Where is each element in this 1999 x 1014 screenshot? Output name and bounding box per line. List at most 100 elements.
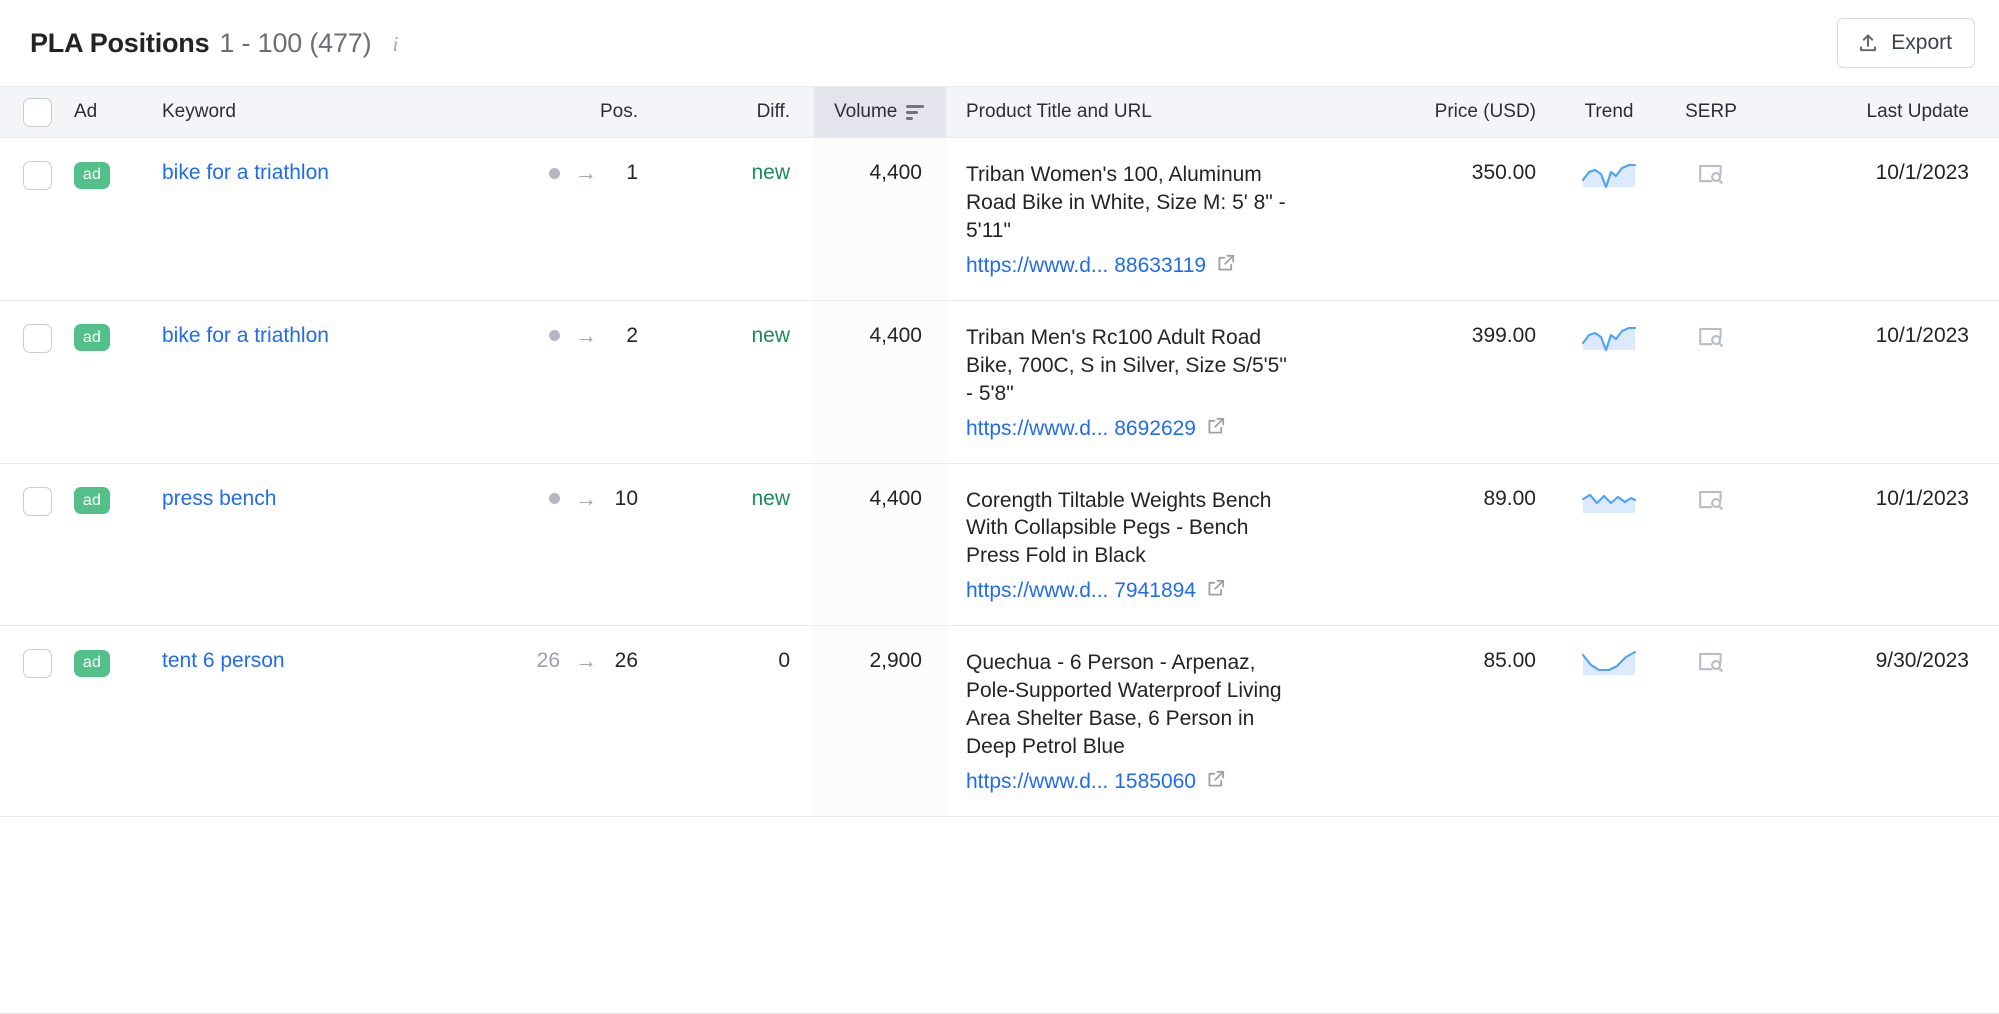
page-title: PLA Positions 1 - 100 (477) i xyxy=(30,28,405,59)
export-button[interactable]: Export xyxy=(1837,18,1975,68)
page-header: PLA Positions 1 - 100 (477) i Export xyxy=(0,0,1999,86)
row-checkbox[interactable] xyxy=(23,487,52,516)
page-title-text: PLA Positions xyxy=(30,28,209,59)
keyword-link[interactable]: tent 6 person xyxy=(162,649,285,672)
price-value: 89.00 xyxy=(1483,487,1536,510)
product-url-line: https://www.d... 1585060 xyxy=(966,768,1412,796)
external-link-icon[interactable] xyxy=(1205,768,1227,796)
header-keyword[interactable]: Keyword xyxy=(142,87,520,138)
header-keyword-label: Keyword xyxy=(162,101,236,123)
product-url-link[interactable]: https://www.d... 8692629 xyxy=(966,417,1196,441)
external-link-icon[interactable] xyxy=(1205,415,1227,443)
row-trend-cell xyxy=(1560,463,1658,626)
product-title: Corength Tiltable Weights Bench With Col… xyxy=(966,487,1296,571)
price-value: 85.00 xyxy=(1483,649,1536,672)
row-trend-cell xyxy=(1560,626,1658,817)
row-date-cell: 10/1/2023 xyxy=(1764,138,1999,301)
keyword-link[interactable]: press bench xyxy=(162,487,276,510)
row-volume-cell: 2,900 xyxy=(814,626,946,817)
header-diff[interactable]: Diff. xyxy=(662,87,814,138)
serp-icon[interactable] xyxy=(1697,487,1725,513)
header-price[interactable]: Price (USD) xyxy=(1412,87,1560,138)
header-product[interactable]: Product Title and URL xyxy=(946,87,1412,138)
header-serp: SERP xyxy=(1658,87,1764,138)
row-serp-cell xyxy=(1658,626,1764,817)
product-title: Triban Women's 100, Aluminum Road Bike i… xyxy=(966,161,1296,245)
position-current: 10 xyxy=(612,487,638,511)
diff-value: new xyxy=(751,324,790,347)
last-update-value: 10/1/2023 xyxy=(1876,487,1969,510)
result-range: 1 - 100 (477) xyxy=(219,28,371,59)
header-ad[interactable]: Ad xyxy=(74,87,142,138)
row-price-cell: 89.00 xyxy=(1412,463,1560,626)
diff-value: new xyxy=(751,161,790,184)
row-diff-cell: new xyxy=(662,138,814,301)
header-last-update[interactable]: Last Update xyxy=(1764,87,1999,138)
header-pos[interactable]: Pos. xyxy=(520,87,662,138)
product-url-link[interactable]: https://www.d... 7941894 xyxy=(966,579,1196,603)
position-arrow-icon: → xyxy=(575,325,597,347)
serp-icon[interactable] xyxy=(1697,324,1725,350)
export-button-label: Export xyxy=(1891,31,1952,55)
trend-sparkline-icon xyxy=(1581,497,1637,520)
product-id-text: 7941894 xyxy=(1114,579,1196,602)
header-ad-label: Ad xyxy=(74,101,97,123)
table-row: ad press bench → 10 new 4,400 xyxy=(0,463,1999,626)
ad-badge: ad xyxy=(74,162,110,189)
volume-value: 4,400 xyxy=(869,161,922,184)
row-ad-cell: ad xyxy=(74,463,142,626)
header-volume[interactable]: Volume xyxy=(814,87,946,138)
row-ad-cell: ad xyxy=(74,138,142,301)
row-date-cell: 9/30/2023 xyxy=(1764,626,1999,817)
row-price-cell: 399.00 xyxy=(1412,300,1560,463)
table-header-row: Ad Keyword Pos. Diff. Volume xyxy=(0,87,1999,138)
volume-value: 4,400 xyxy=(869,487,922,510)
product-url-link[interactable]: https://www.d... 1585060 xyxy=(966,770,1196,794)
header-select-all xyxy=(0,87,74,138)
select-all-checkbox[interactable] xyxy=(23,98,52,127)
header-volume-label: Volume xyxy=(834,101,897,123)
row-pos-cell: → 10 xyxy=(520,463,662,626)
last-update-value: 9/30/2023 xyxy=(1876,649,1969,672)
row-checkbox[interactable] xyxy=(23,649,52,678)
ad-badge: ad xyxy=(74,650,110,677)
row-keyword-cell: bike for a triathlon xyxy=(142,138,520,301)
row-checkbox[interactable] xyxy=(23,324,52,353)
product-url-text: https://www.d... xyxy=(966,770,1108,793)
header-diff-label: Diff. xyxy=(757,101,790,123)
product-url-link[interactable]: https://www.d... 88633119 xyxy=(966,254,1206,278)
header-pos-label: Pos. xyxy=(600,101,638,123)
external-link-icon[interactable] xyxy=(1215,252,1237,280)
product-title: Quechua - 6 Person - Arpenaz, Pole-Suppo… xyxy=(966,649,1296,761)
keyword-link[interactable]: bike for a triathlon xyxy=(162,161,329,184)
row-ad-cell: ad xyxy=(74,300,142,463)
row-volume-cell: 4,400 xyxy=(814,138,946,301)
info-icon[interactable]: i xyxy=(385,33,405,55)
header-price-label: Price (USD) xyxy=(1435,101,1536,123)
serp-icon[interactable] xyxy=(1697,161,1725,187)
row-keyword-cell: press bench xyxy=(142,463,520,626)
row-product-cell: Quechua - 6 Person - Arpenaz, Pole-Suppo… xyxy=(946,626,1412,817)
ad-badge: ad xyxy=(74,324,110,351)
serp-icon[interactable] xyxy=(1697,649,1725,675)
header-trend-label: Trend xyxy=(1585,101,1634,123)
row-price-cell: 85.00 xyxy=(1412,626,1560,817)
header-trend: Trend xyxy=(1560,87,1658,138)
position-arrow-icon: → xyxy=(575,162,597,184)
volume-value: 4,400 xyxy=(869,324,922,347)
diff-value: new xyxy=(751,487,790,510)
volume-value: 2,900 xyxy=(869,649,922,672)
table-row: ad tent 6 person 26 → 26 0 2,900 xyxy=(0,626,1999,817)
row-diff-cell: new xyxy=(662,300,814,463)
row-ad-cell: ad xyxy=(74,626,142,817)
sort-descending-icon[interactable] xyxy=(906,105,924,120)
keyword-link[interactable]: bike for a triathlon xyxy=(162,324,329,347)
position-previous: 26 xyxy=(537,649,560,673)
row-checkbox[interactable] xyxy=(23,161,52,190)
external-link-icon[interactable] xyxy=(1205,577,1227,605)
position-current: 2 xyxy=(612,324,638,348)
diff-value: 0 xyxy=(778,649,790,672)
product-url-text: https://www.d... xyxy=(966,254,1108,277)
trend-sparkline-icon xyxy=(1581,334,1637,357)
position-previous-dot-icon xyxy=(549,168,560,179)
